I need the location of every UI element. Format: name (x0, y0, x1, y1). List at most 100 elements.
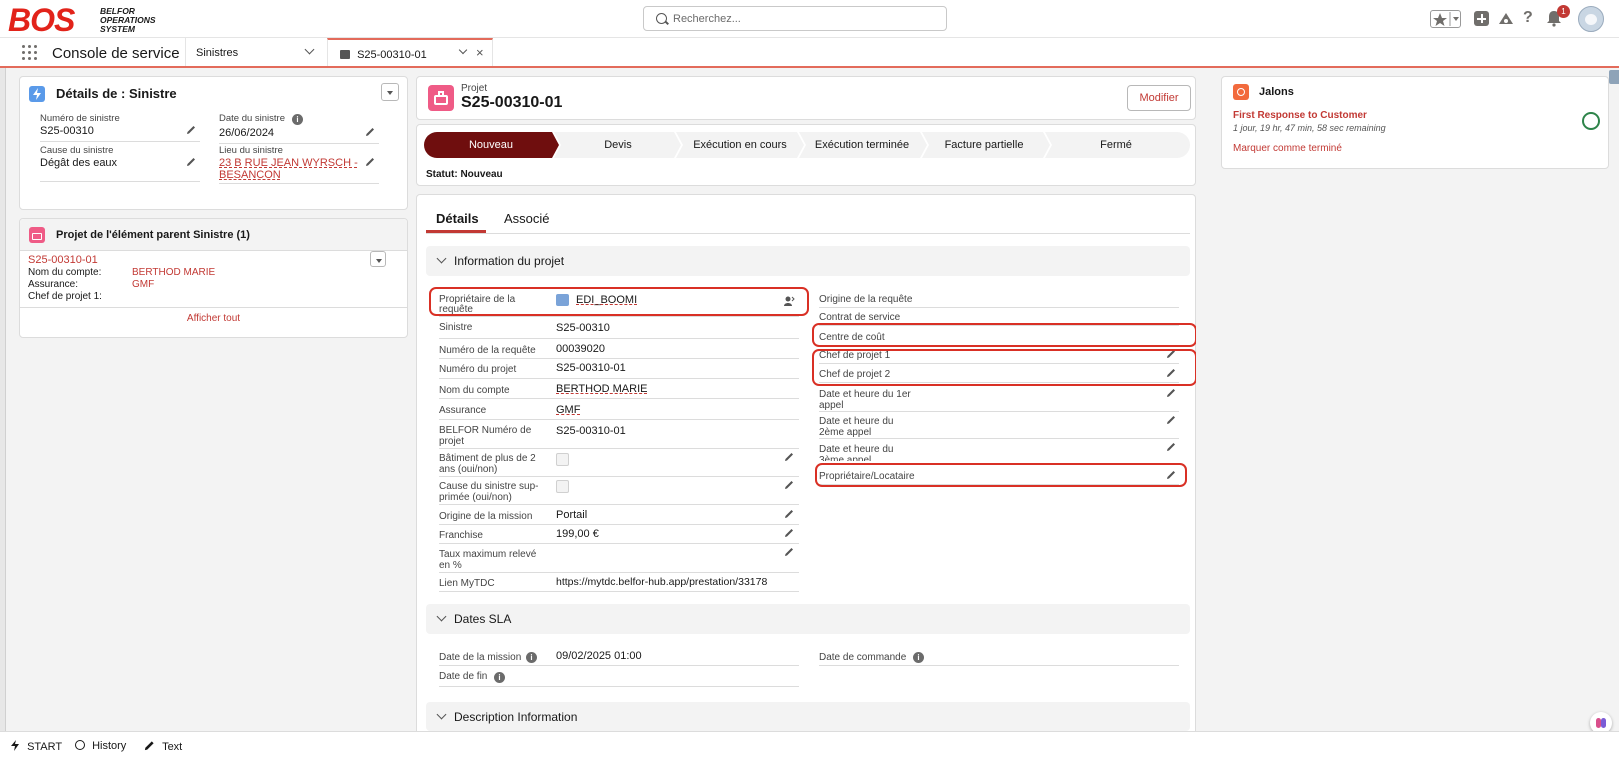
edit-pencil-icon[interactable] (1165, 414, 1177, 426)
tab-details[interactable]: Détails (436, 211, 479, 226)
card-title: Projet de l'élément parent Sinistre (1) (56, 229, 250, 241)
highlight-owner (429, 287, 809, 316)
search-icon (656, 13, 667, 24)
milestones-card: Jalons First Response to Customer 1 jour… (1221, 76, 1609, 169)
field-label: en % (439, 560, 462, 571)
history-utility[interactable]: History (75, 740, 126, 752)
field-label: Cause du sinistre (40, 145, 114, 156)
sinistre-number: S25-00310 (40, 125, 94, 137)
card-actions-dropdown[interactable] (381, 83, 399, 101)
pencil-icon (144, 741, 154, 751)
insurance-link[interactable]: GMF (556, 404, 580, 416)
info-icon[interactable]: i (292, 114, 303, 125)
trailhead-icon[interactable] (1497, 10, 1515, 28)
global-search-input[interactable]: Recherchez... (643, 6, 947, 31)
section-description[interactable]: Description Information (426, 702, 1190, 731)
edit-pencil-icon[interactable] (1165, 387, 1177, 399)
field-label: Lien MyTDC (439, 578, 495, 589)
close-icon[interactable]: × (476, 45, 484, 60)
tab-related[interactable]: Associé (504, 211, 550, 226)
edit-pencil-icon[interactable] (185, 124, 197, 136)
building-age-checkbox[interactable] (556, 453, 569, 466)
briefcase-icon (29, 227, 45, 243)
field-label: Date du sinistre (219, 113, 286, 124)
sinistre-details-card: Détails de : Sinistre Numéro de sinistre… (19, 76, 408, 210)
text-utility[interactable]: Text (144, 740, 182, 753)
edit-pencil-icon[interactable] (364, 126, 376, 138)
lightning-icon (11, 740, 19, 751)
field-label: Nom du compte: (28, 267, 102, 278)
path-step-execution-terminee[interactable]: Exécution terminée (800, 132, 924, 158)
edit-pencil-icon[interactable] (1165, 441, 1177, 453)
field-label: Lieu du sinistre (219, 145, 283, 156)
belfor-project-link[interactable]: S25-00310-01 (556, 425, 626, 437)
sinistre-link[interactable]: S25-00310 (556, 322, 610, 334)
path-step-ferme[interactable]: Fermé (1046, 132, 1186, 158)
app-launcher-icon[interactable] (22, 45, 38, 61)
card-title: Jalons (1259, 86, 1294, 98)
view-all-link[interactable]: Afficher tout (20, 313, 407, 324)
app-name: Console de service (52, 45, 180, 62)
edit-pencil-icon[interactable] (783, 451, 795, 463)
mission-origin: Portail (556, 509, 588, 521)
section-information-projet[interactable]: Information du projet (426, 246, 1190, 276)
global-actions-icon[interactable] (1474, 11, 1489, 26)
edit-pencil-icon[interactable] (783, 527, 795, 539)
sinistre-address-line2[interactable]: BESANCON (219, 169, 281, 181)
info-icon[interactable]: i (526, 652, 537, 663)
info-icon[interactable]: i (913, 652, 924, 663)
field-label: appel (819, 400, 844, 411)
sinistre-cause: Dégât des eaux (40, 157, 118, 169)
briefcase-icon (340, 50, 350, 59)
edit-pencil-icon[interactable] (783, 546, 795, 558)
logo-text: BELFOR OPERATIONS SYSTEM (100, 6, 156, 34)
tab-record[interactable]: S25-00310-01 × (327, 38, 493, 66)
highlight-cost-center (812, 323, 1197, 347)
account-link[interactable]: BERTHOD MARIE (132, 267, 215, 278)
panel-resize-handle[interactable] (0, 68, 6, 731)
highlight-project-chiefs (812, 349, 1197, 386)
utility-panel-toggle[interactable] (1609, 70, 1619, 84)
edit-button[interactable]: Modifier (1127, 85, 1191, 111)
chevron-down-icon[interactable] (304, 44, 315, 55)
lightning-icon (29, 86, 45, 102)
field-label: Numéro de la requête (439, 345, 536, 356)
cause-removed-checkbox[interactable] (556, 480, 569, 493)
sinistre-address-line1[interactable]: 23 B RUE JEAN WYRSCH - (219, 157, 358, 169)
edit-pencil-icon[interactable] (783, 508, 795, 520)
chevron-down-icon[interactable] (458, 45, 468, 55)
edit-pencil-icon[interactable] (364, 156, 376, 168)
path-step-nouveau[interactable]: Nouveau (424, 132, 558, 158)
start-utility[interactable]: START (10, 740, 62, 753)
franchise-value: 199,00 € (556, 528, 599, 540)
field-label: 3ème appel (819, 455, 872, 461)
path-step-execution-en-cours[interactable]: Exécution en cours (678, 132, 802, 158)
status-text: Statut: Nouveau (426, 169, 503, 180)
row-actions-dropdown[interactable] (370, 251, 386, 267)
path-step-facture-partielle[interactable]: Facture partielle (922, 132, 1046, 158)
insurance-link[interactable]: GMF (132, 279, 154, 290)
card-title: Détails de : Sinistre (56, 86, 177, 101)
user-avatar[interactable] (1578, 6, 1604, 32)
milestone-remaining: 1 jour, 19 hr, 47 min, 58 sec remaining (1233, 123, 1386, 133)
field-label: Assurance: (28, 279, 79, 290)
field-label: Taux maximum relevé (439, 549, 537, 560)
object-label: Projet (461, 83, 488, 94)
tab-sinistres[interactable]: Sinistres (185, 38, 327, 66)
help-icon[interactable]: ? (1523, 9, 1533, 27)
edit-pencil-icon[interactable] (185, 156, 197, 168)
field-label: Date et heure du (819, 444, 894, 455)
account-link[interactable]: BERTHOD MARIE (556, 383, 647, 395)
favorites-button[interactable] (1430, 10, 1461, 28)
edit-pencil-icon[interactable] (783, 479, 795, 491)
field-label: primée (oui/non) (439, 492, 512, 503)
path-step-devis[interactable]: Devis (556, 132, 680, 158)
star-icon (1433, 12, 1459, 26)
section-dates-sla[interactable]: Dates SLA (426, 604, 1190, 634)
belfor-logo[interactable]: BOS BELFOR OPERATIONS SYSTEM (8, 4, 168, 36)
record-title: S25-00310-01 (461, 94, 563, 111)
parent-record-link[interactable]: S25-00310-01 (28, 254, 98, 266)
mark-complete-link[interactable]: Marquer comme terminé (1233, 143, 1342, 154)
info-icon[interactable]: i (494, 672, 505, 683)
mytdc-link[interactable]: https://mytdc.belfor-hub.app/prestation/… (556, 576, 767, 588)
